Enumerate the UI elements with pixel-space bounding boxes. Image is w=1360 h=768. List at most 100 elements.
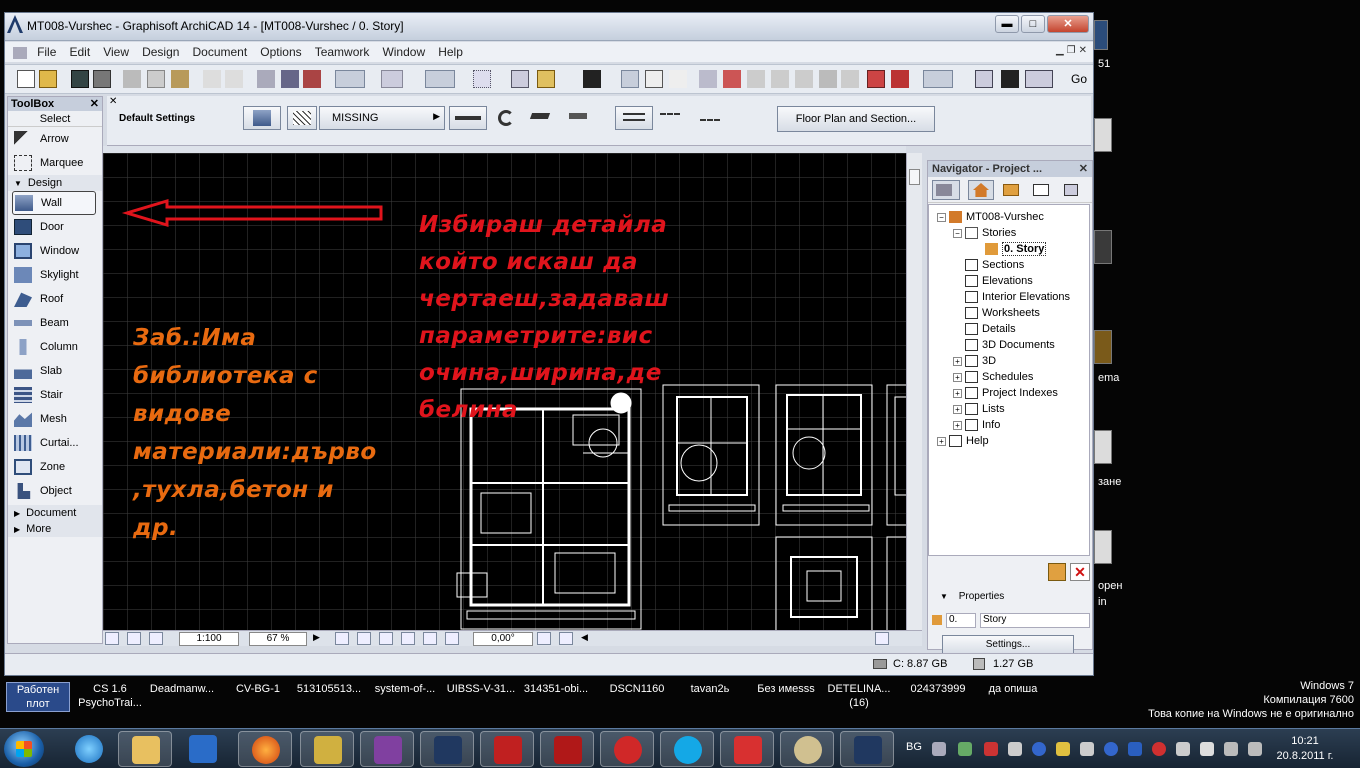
toolbox-document-section[interactable]: ▶ Document: [8, 505, 102, 521]
menu-file[interactable]: File: [32, 42, 61, 62]
save-icon[interactable]: [71, 70, 89, 88]
language-indicator[interactable]: BG: [906, 741, 922, 753]
wall-settings-button[interactable]: [243, 106, 281, 130]
elevation-marker-icon[interactable]: [699, 70, 717, 88]
tool-skylight[interactable]: Skylight: [8, 263, 102, 287]
pen-icon[interactable]: [583, 70, 601, 88]
cancel-x-icon[interactable]: [669, 70, 687, 88]
zoom-field[interactable]: 67 %: [249, 632, 307, 646]
taskbar-app-5[interactable]: [300, 731, 354, 767]
expand-icon[interactable]: +: [953, 388, 962, 398]
story-index-field[interactable]: 0.: [946, 613, 976, 628]
fit-window-icon[interactable]: [423, 632, 437, 645]
redo-icon[interactable]: [225, 70, 243, 88]
zoom-window-icon[interactable]: [127, 632, 141, 645]
pan-hand-icon[interactable]: [401, 632, 415, 645]
tool-stair[interactable]: Stair: [8, 383, 102, 407]
zoom-arrow-icon[interactable]: ▶: [313, 632, 327, 645]
trapezoid-wall-button[interactable]: [527, 106, 553, 130]
start-button[interactable]: [4, 731, 44, 767]
toolbox-more-section[interactable]: ▶ More: [8, 521, 102, 537]
tray-sw-icon[interactable]: [984, 742, 998, 756]
tree-schedules[interactable]: + Schedules: [953, 369, 1033, 385]
zoom-fit-icon[interactable]: [149, 632, 163, 645]
reference-line-center-button[interactable]: [655, 106, 685, 130]
scrollbar-thumb[interactable]: [909, 169, 920, 185]
find-select-icon[interactable]: [257, 70, 275, 88]
toolbox-close-icon[interactable]: ✕: [90, 97, 99, 111]
taskbar-paint[interactable]: [780, 731, 834, 767]
tree-interior-elevations[interactable]: Interior Elevations: [965, 289, 1070, 305]
menu-document[interactable]: Document: [188, 42, 253, 62]
vertical-scrollbar[interactable]: [906, 153, 922, 630]
tab-project-map[interactable]: [968, 180, 994, 200]
desktop-icon-label[interactable]: CS 1.6 PsychoTrai...: [70, 682, 150, 710]
floor-plan-view-icon[interactable]: [923, 70, 953, 88]
title-bar[interactable]: MT008-Vurshec - Graphisoft ArchiCAD 14 -…: [5, 13, 1093, 41]
eyedropper-icon[interactable]: [281, 70, 299, 88]
rotate-view-icon[interactable]: [445, 632, 459, 645]
material-selector[interactable]: MISSING ▶: [319, 106, 445, 130]
floor-plan-canvas[interactable]: Избираш детайла който искаш да чертаеш,з…: [103, 153, 906, 630]
doc-close-icon[interactable]: ✕: [1079, 45, 1087, 56]
tray-tool-icon[interactable]: [1008, 742, 1022, 756]
tool-column[interactable]: Column: [8, 335, 102, 359]
desktop-icon-label[interactable]: system-of-...: [368, 682, 442, 696]
tool-slab[interactable]: Slab: [8, 359, 102, 383]
tree-3d[interactable]: + 3D: [953, 353, 996, 369]
expand-icon[interactable]: +: [953, 372, 962, 382]
taskbar-firefox[interactable]: [238, 731, 292, 767]
tab-publisher[interactable]: [1058, 180, 1084, 200]
taskbar-internet-explorer[interactable]: [62, 731, 116, 767]
taskbar-pdf[interactable]: [720, 731, 774, 767]
tool-curtain-wall[interactable]: Curtai...: [8, 431, 102, 455]
polygon-method-button[interactable]: [491, 106, 521, 130]
reference-line-inside-button[interactable]: [695, 106, 725, 130]
scroll-left-icon[interactable]: ◀: [581, 632, 595, 645]
tree-root[interactable]: − MT008-Vurshec: [937, 209, 1044, 225]
desktop-icon-label[interactable]: DSCN1160: [600, 682, 674, 696]
document-icon[interactable]: [13, 47, 27, 60]
desktop-icon-label[interactable]: Работен плот: [6, 682, 70, 712]
taskbar-skype[interactable]: [660, 731, 714, 767]
tree-story-0[interactable]: 0. Story: [985, 241, 1047, 257]
desktop-icon-4[interactable]: [1094, 330, 1112, 364]
tracking-icon[interactable]: [645, 70, 663, 88]
menu-view[interactable]: View: [98, 42, 134, 62]
copy-icon[interactable]: [147, 70, 165, 88]
syringe-icon[interactable]: [303, 70, 321, 88]
doc-restore-icon[interactable]: ❐: [1067, 45, 1076, 56]
new-icon[interactable]: [17, 70, 35, 88]
desktop-icon-label[interactable]: CV-BG-1: [226, 682, 290, 696]
slanted-wall-button[interactable]: [565, 106, 591, 130]
paste-icon[interactable]: [171, 70, 189, 88]
tree-details[interactable]: Details: [965, 321, 1016, 337]
desktop-icon-label[interactable]: 513105513...: [292, 682, 366, 696]
keyboard-icon[interactable]: [932, 742, 946, 756]
print-icon[interactable]: [93, 70, 111, 88]
properties-header[interactable]: ▼ Properties: [940, 591, 1004, 602]
menu-help[interactable]: Help: [433, 42, 468, 62]
tray-skype-icon[interactable]: [1104, 742, 1118, 756]
zoom-out-magnifier-icon[interactable]: [379, 632, 393, 645]
go-menu[interactable]: Go: [1071, 70, 1093, 88]
tab-layout-book[interactable]: [1028, 180, 1054, 200]
offset-icon[interactable]: [747, 70, 765, 88]
menu-window[interactable]: Window: [377, 42, 430, 62]
tray-key-icon[interactable]: [1056, 742, 1070, 756]
undo-icon[interactable]: [203, 70, 221, 88]
tool-window[interactable]: Window: [8, 239, 102, 263]
desktop-icon-label[interactable]: Deadmanw...: [144, 682, 220, 696]
render-icon[interactable]: [1025, 70, 1053, 88]
3d-window-icon[interactable]: [975, 70, 993, 88]
tree-sections[interactable]: Sections: [965, 257, 1024, 273]
zoom-in-icon[interactable]: [335, 632, 349, 645]
delete-button[interactable]: ✕: [1070, 563, 1090, 581]
fill-pattern-button[interactable]: [287, 106, 317, 130]
network-icon[interactable]: [1224, 742, 1238, 756]
bluetooth-icon[interactable]: [1128, 742, 1142, 756]
menu-teamwork[interactable]: Teamwork: [310, 42, 375, 62]
toolbox-design-section[interactable]: ▼ Design: [8, 175, 102, 191]
tool-object[interactable]: Object: [8, 479, 102, 503]
maximize-button[interactable]: □: [1021, 15, 1045, 33]
